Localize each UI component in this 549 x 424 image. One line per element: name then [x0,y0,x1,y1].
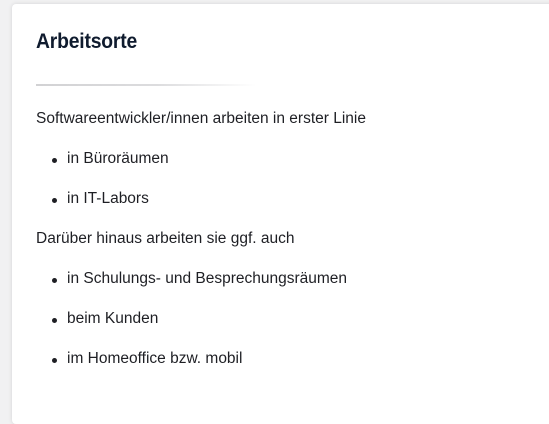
list-item-text: in Büroräumen [67,150,169,167]
bullet-icon [52,158,57,163]
bullet-icon [52,318,57,323]
list-item-text: in IT-Labors [67,190,149,207]
intro-paragraph-1: Softwareentwickler/innen arbeiten in ers… [36,110,366,127]
bullet-icon [52,278,57,283]
list-item-text: in Schulungs- und Besprechungsräumen [67,270,348,287]
intro-paragraph-2: Darüber hinaus arbeiten sie ggf. auch [36,230,295,247]
bullet-icon [52,358,57,363]
section-title: Arbeitsorte [36,30,138,53]
content-card: Arbeitsorte Softwareentwickler/innen arb… [12,4,549,424]
list-item-text: beim Kunden [67,310,159,327]
list-item-text: im Homeoffice bzw. mobil [67,350,243,367]
bullet-icon [52,198,57,203]
title-divider [36,84,256,86]
